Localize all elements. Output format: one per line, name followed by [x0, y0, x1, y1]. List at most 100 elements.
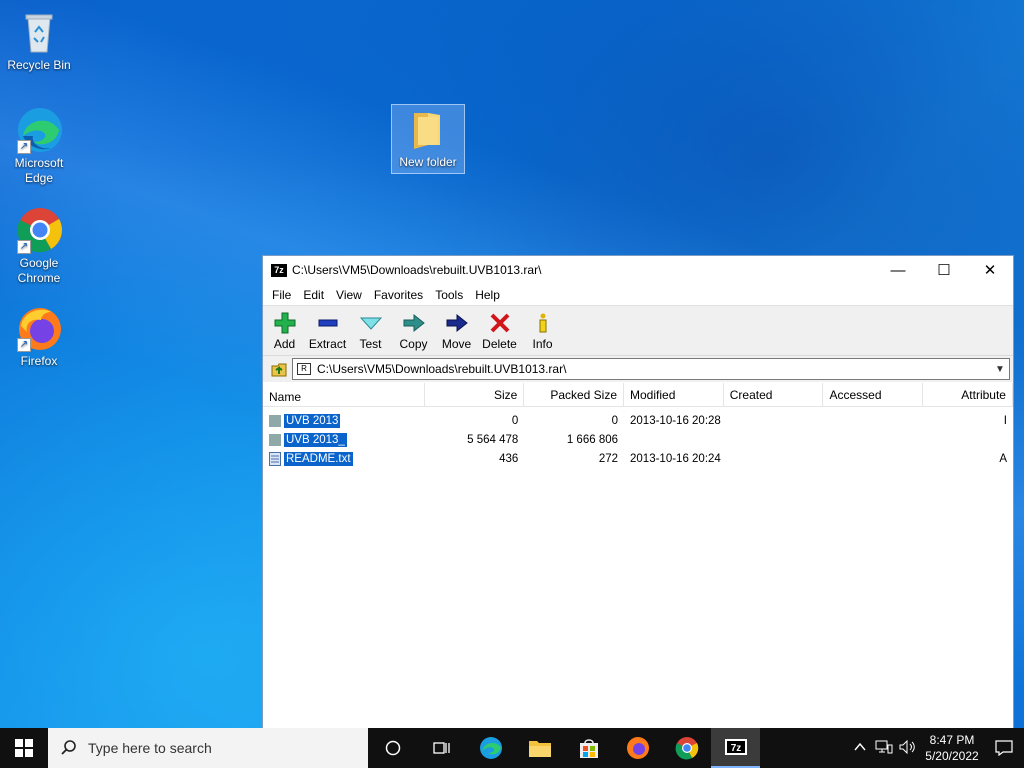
column-modified[interactable]: Modified — [624, 383, 724, 406]
file-row[interactable]: UVB 2013_ 5 564 478 1 666 806 — [263, 430, 1013, 449]
up-folder-icon — [271, 363, 287, 377]
window-title: C:\Users\VM5\Downloads\rebuilt.UVB1013.r… — [292, 263, 542, 277]
file-row[interactable]: README.txt 436 272 2013-10-16 20:24 A — [263, 449, 1013, 468]
info-icon — [531, 311, 555, 335]
menu-help[interactable]: Help — [469, 288, 506, 302]
shortcut-arrow-icon: ↗ — [17, 240, 31, 254]
path-text: C:\Users\VM5\Downloads\rebuilt.UVB1013.r… — [317, 362, 567, 376]
taskbar-file-explorer[interactable] — [515, 728, 564, 768]
7zip-window: 7z C:\Users\VM5\Downloads\rebuilt.UVB101… — [262, 255, 1014, 730]
edge-icon: ↗ — [15, 106, 63, 154]
desktop-icon-edge[interactable]: ↗ Microsoft Edge — [2, 106, 76, 186]
desktop-icon-recycle-bin[interactable]: Recycle Bin — [2, 8, 76, 73]
recycle-bin-icon — [15, 8, 63, 56]
maximize-button[interactable]: ☐ — [921, 256, 967, 284]
desktop-icon-label: Recycle Bin — [7, 58, 71, 72]
file-size: 5 564 478 — [467, 433, 519, 446]
menu-favorites[interactable]: Favorites — [368, 288, 429, 302]
show-hidden-icons-button[interactable] — [848, 741, 872, 755]
menu-bar: File Edit View Favorites Tools Help — [263, 284, 1013, 306]
minimize-button[interactable]: — — [875, 256, 921, 284]
chevron-down-icon[interactable]: ▼ — [991, 364, 1009, 375]
taskbar-edge[interactable] — [466, 728, 515, 768]
firefox-icon: ↗ — [15, 304, 63, 352]
svg-text:7z: 7z — [730, 743, 741, 754]
up-folder-button[interactable] — [266, 358, 292, 380]
shortcut-arrow-icon: ↗ — [17, 338, 31, 352]
clock[interactable]: 8:47 PM 5/20/2022 — [920, 732, 984, 764]
copy-button[interactable]: Copy — [392, 306, 435, 355]
add-label: Add — [273, 337, 296, 351]
desktop-icon-new-folder[interactable]: New folder — [391, 104, 465, 174]
search-placeholder: Type here to search — [88, 740, 212, 756]
test-button[interactable]: Test — [349, 306, 392, 355]
taskbar-firefox[interactable] — [613, 728, 662, 768]
desktop-icon-firefox[interactable]: ↗ Firefox — [2, 304, 76, 369]
start-button[interactable] — [0, 728, 48, 768]
column-size[interactable]: Size — [425, 383, 525, 406]
archive-icon: R — [297, 363, 311, 375]
toolbar: Add Extract Test Copy Move Delete Info — [263, 306, 1013, 356]
firefox-icon — [626, 737, 649, 759]
taskbar-search-box[interactable]: Type here to search — [48, 728, 368, 768]
taskbar-7zip[interactable]: 7z — [711, 728, 760, 768]
desktop-icon-label: Google Chrome — [17, 256, 61, 285]
file-attributes: I — [1003, 414, 1007, 427]
path-combo[interactable]: R C:\Users\VM5\Downloads\rebuilt.UVB1013… — [292, 358, 1010, 380]
7zip-icon: 7z — [724, 739, 747, 755]
folder-icon — [269, 414, 281, 427]
desktop-icon-label: New folder — [399, 155, 457, 169]
desktop-icon-chrome[interactable]: ↗ Google Chrome — [2, 206, 76, 286]
menu-edit[interactable]: Edit — [297, 288, 330, 302]
copy-label: Copy — [399, 337, 428, 351]
file-packed-size: 272 — [598, 452, 619, 465]
column-packed-size[interactable]: Packed Size — [524, 383, 625, 406]
delete-icon — [488, 311, 512, 335]
shortcut-arrow-icon: ↗ — [17, 140, 31, 154]
column-attributes[interactable]: Attribute — [923, 383, 1013, 406]
address-bar: R C:\Users\VM5\Downloads\rebuilt.UVB1013… — [263, 356, 1013, 382]
taskbar-store[interactable] — [564, 728, 613, 768]
chevron-up-icon — [854, 742, 866, 751]
move-label: Move — [441, 337, 472, 351]
menu-file[interactable]: File — [266, 288, 297, 302]
menu-view[interactable]: View — [330, 288, 368, 302]
column-headers: Name Size Packed Size Modified Created A… — [263, 383, 1013, 407]
file-packed-size: 1 666 806 — [566, 433, 619, 446]
test-icon — [359, 311, 383, 335]
desktop-icon-label: Firefox — [20, 354, 58, 368]
folder-icon — [404, 105, 452, 153]
delete-button[interactable]: Delete — [478, 306, 521, 355]
windows-logo-icon — [15, 739, 33, 757]
column-name[interactable]: Name — [263, 383, 425, 406]
file-explorer-icon — [528, 741, 551, 757]
clock-date: 5/20/2022 — [925, 749, 979, 763]
menu-tools[interactable]: Tools — [429, 288, 469, 302]
info-button[interactable]: Info — [521, 306, 564, 355]
cortana-button[interactable] — [368, 728, 417, 768]
task-view-icon — [432, 742, 450, 754]
task-view-button[interactable] — [417, 728, 466, 768]
add-button[interactable]: Add — [263, 306, 306, 355]
notifications-button[interactable] — [984, 740, 1024, 756]
file-row[interactable]: UVB 2013 0 0 2013-10-16 20:28 I — [263, 411, 1013, 430]
taskbar-chrome[interactable] — [662, 728, 711, 768]
network-button[interactable] — [872, 740, 896, 757]
title-bar[interactable]: 7z C:\Users\VM5\Downloads\rebuilt.UVB101… — [263, 256, 1013, 284]
chrome-icon: ↗ — [15, 206, 63, 254]
extract-button[interactable]: Extract — [306, 306, 349, 355]
column-created[interactable]: Created — [724, 383, 824, 406]
7zip-app-icon: 7z — [271, 263, 287, 277]
file-name: README.txt — [284, 451, 353, 466]
file-packed-size: 0 — [611, 414, 619, 427]
chrome-icon — [675, 737, 698, 760]
cortana-icon — [385, 740, 400, 756]
volume-button[interactable] — [896, 739, 920, 757]
network-icon — [875, 740, 893, 753]
close-button[interactable]: ✕ — [967, 256, 1013, 284]
file-size: 436 — [499, 452, 519, 465]
column-accessed[interactable]: Accessed — [823, 383, 924, 406]
system-tray: 8:47 PM 5/20/2022 — [848, 728, 1024, 768]
move-button[interactable]: Move — [435, 306, 478, 355]
text-file-icon — [269, 451, 281, 466]
